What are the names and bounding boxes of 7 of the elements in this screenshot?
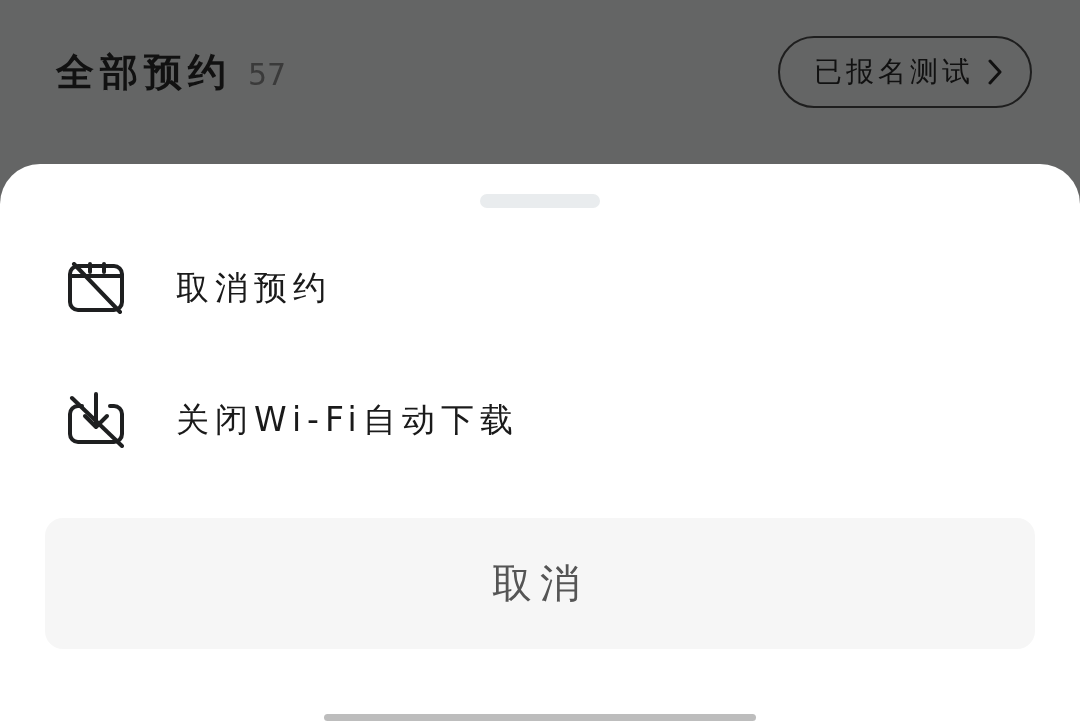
cancel-button[interactable]: 取消 [45, 518, 1035, 649]
chevron-right-icon [988, 59, 1002, 85]
page-title: 全部预约 [56, 48, 232, 96]
menu-item[interactable]: 关闭Wi-Fi自动下载 [176, 397, 519, 443]
calendar-off-icon [68, 262, 124, 314]
menu-item[interactable]: 取消预约 [176, 265, 332, 311]
download-off-icon [68, 392, 124, 448]
